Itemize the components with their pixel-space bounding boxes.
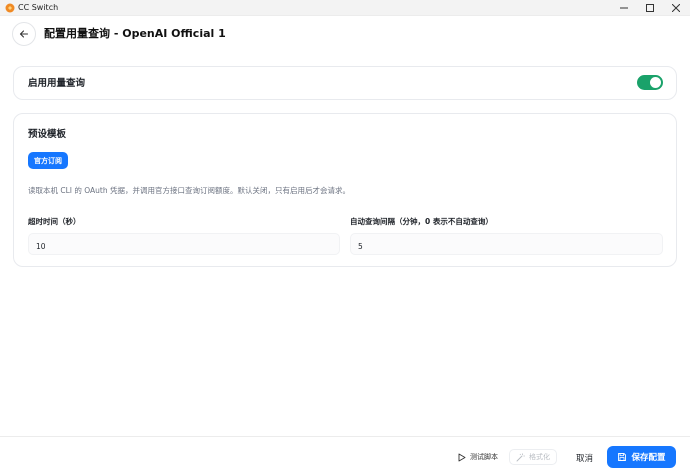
toggle-knob [650, 77, 661, 88]
arrow-left-icon [19, 30, 29, 38]
preset-section-title: 预设模板 [28, 129, 67, 140]
play-icon [458, 453, 466, 461]
maximize-icon [646, 4, 654, 12]
cancel-button[interactable]: 取消 [576, 452, 593, 464]
timeout-input[interactable] [29, 236, 339, 257]
test-script-label: 测试脚本 [470, 453, 498, 461]
interval-input[interactable] [351, 236, 662, 257]
minimize-icon [620, 7, 628, 9]
enable-usage-card: 启用用量查询 [13, 66, 677, 100]
page-title: 配置用量查询 - OpenAI Official 1 [44, 27, 226, 40]
interval-label: 自动查询间隔（分钟，0 表示不自动查询） [350, 217, 493, 226]
app-window: CC Switch 配置用量查询 - OpenAI Official 1 启用用… [0, 0, 690, 476]
timeout-label: 超时时间（秒） [28, 217, 81, 226]
magic-wand-icon [516, 453, 525, 461]
preset-description: 读取本机 CLI 的 OAuth 凭据，并调用官方接口查询订阅额度。默认关闭，只… [28, 186, 351, 195]
cc-switch-app-icon [5, 3, 15, 13]
save-config-label: 保存配置 [631, 453, 666, 463]
footer-bar: 测试脚本 格式化 取消 保存配置 [0, 436, 690, 476]
minimize-button[interactable] [611, 0, 637, 16]
interval-field-wrapper [350, 233, 663, 257]
enable-usage-toggle[interactable] [637, 75, 663, 90]
official-subscription-preset-button[interactable]: 官方订阅 [28, 152, 68, 169]
format-button[interactable]: 格式化 [509, 449, 557, 465]
timeout-field-wrapper [28, 233, 340, 257]
preset-template-card: 预设模板 官方订阅 读取本机 CLI 的 OAuth 凭据，并调用官方接口查询订… [13, 113, 677, 267]
enable-usage-label: 启用用量查询 [28, 78, 86, 89]
title-bar: CC Switch [0, 0, 690, 16]
save-config-button[interactable]: 保存配置 [607, 446, 676, 468]
close-button[interactable] [663, 0, 689, 16]
close-icon [672, 4, 680, 12]
back-button[interactable] [12, 22, 36, 46]
save-icon [618, 453, 627, 461]
maximize-button[interactable] [637, 0, 663, 16]
test-script-button[interactable]: 测试脚本 [457, 452, 498, 462]
window-title: CC Switch [18, 3, 59, 12]
format-label: 格式化 [529, 453, 550, 461]
